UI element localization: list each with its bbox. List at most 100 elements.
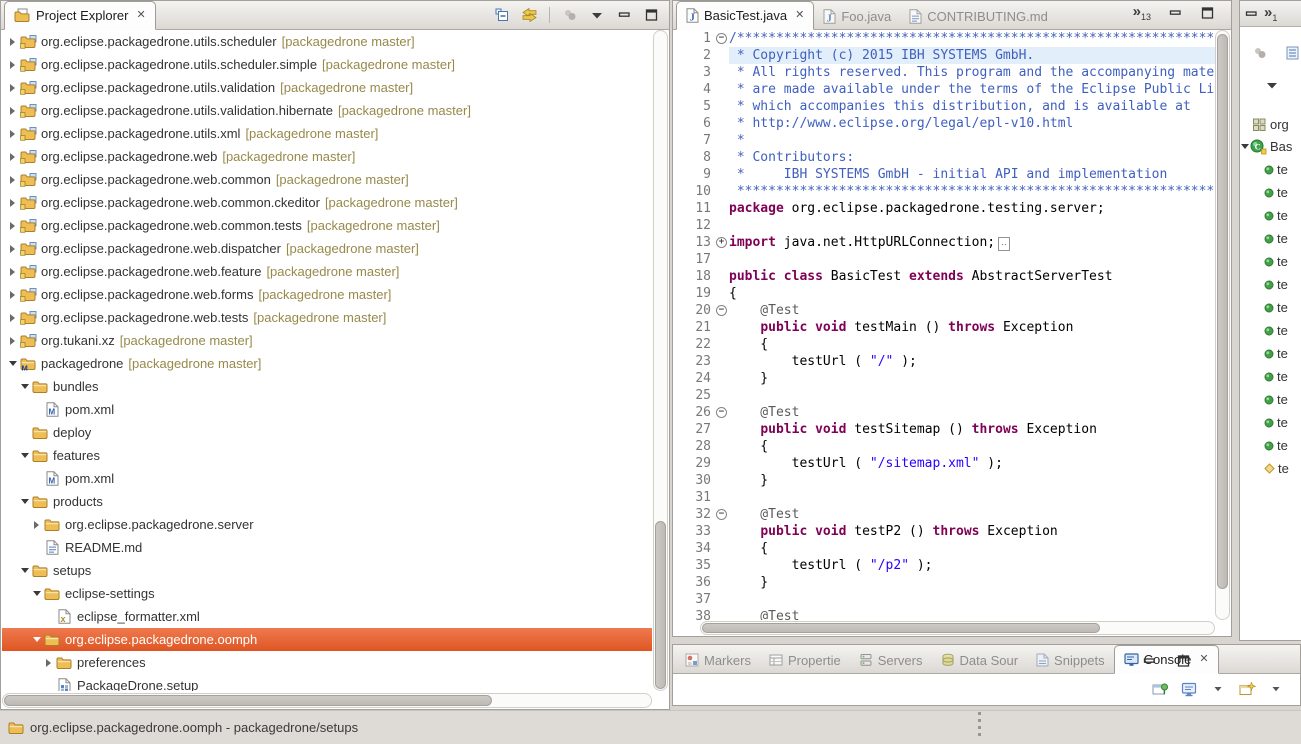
outline-item[interactable]: te [1240, 457, 1301, 480]
code-line[interactable]: 11package org.eclipse.packagedrone.testi… [674, 200, 1215, 217]
tree-item[interactable]: org.eclipse.packagedrone.web.common[pack… [2, 168, 652, 191]
tree-item[interactable]: xeclipse_formatter.xml [2, 605, 652, 628]
minimize-button[interactable] [1165, 3, 1185, 23]
tree-item[interactable]: products [2, 490, 652, 513]
tree-item[interactable]: README.md [2, 536, 652, 559]
focus-button[interactable] [560, 5, 580, 25]
tab-markers[interactable]: Markers [676, 647, 760, 673]
code-line[interactable]: 29 testUrl ( "/sitemap.xml" ); [674, 455, 1215, 472]
tree-item[interactable]: org.eclipse.packagedrone.web.tests[packa… [2, 306, 652, 329]
code-line[interactable]: 7 * [674, 132, 1215, 149]
expand-arrow-icon[interactable] [6, 291, 19, 299]
tree-item[interactable]: org.eclipse.packagedrone.utils.scheduler… [2, 30, 652, 53]
tree-item[interactable]: org.eclipse.packagedrone.server [2, 513, 652, 536]
display-console-button[interactable] [1179, 679, 1199, 699]
project-tree-hscrollbar[interactable] [2, 693, 652, 708]
tree-item[interactable]: org.eclipse.packagedrone.web.feature[pac… [2, 260, 652, 283]
tab-snippets[interactable]: Snippets [1027, 647, 1114, 673]
outline-item[interactable]: te [1240, 319, 1301, 342]
code-line[interactable]: 10 *************************************… [674, 183, 1215, 200]
code-editor[interactable]: 1−/*************************************… [674, 30, 1215, 620]
tree-item[interactable]: org.eclipse.packagedrone.utils.validatio… [2, 99, 652, 122]
outline-item[interactable]: te [1240, 296, 1301, 319]
expand-arrow-icon[interactable] [6, 153, 19, 161]
vscrollbar-thumb[interactable] [1217, 34, 1228, 589]
outline-item[interactable]: CBas [1240, 135, 1301, 158]
code-line[interactable]: 4 * are made available under the terms o… [674, 81, 1215, 98]
outline-item[interactable]: te [1240, 388, 1301, 411]
tree-item[interactable]: org.eclipse.packagedrone.web[packagedron… [2, 145, 652, 168]
open-console-button[interactable] [1237, 679, 1257, 699]
tree-item[interactable]: bundles [2, 375, 652, 398]
code-line[interactable]: 36 } [674, 574, 1215, 591]
expand-arrow-icon[interactable] [6, 176, 19, 184]
code-line[interactable]: 3 * All rights reserved. This program an… [674, 64, 1215, 81]
fold-collapse-icon[interactable]: − [714, 302, 729, 319]
collapse-all-button[interactable] [492, 5, 512, 25]
tree-item[interactable]: eclipse-settings [2, 582, 652, 605]
tree-item[interactable]: PackageDrone.setup [2, 674, 652, 691]
collapse-arrow-icon[interactable] [18, 453, 31, 458]
tab-data-sour[interactable]: Data Sour [932, 647, 1028, 673]
expand-arrow-icon[interactable] [6, 38, 19, 46]
outline-item[interactable]: te [1240, 181, 1301, 204]
code-line[interactable]: 20− @Test [674, 302, 1215, 319]
collapse-arrow-icon[interactable] [6, 361, 19, 366]
fold-collapse-icon[interactable]: − [714, 404, 729, 421]
expand-arrow-icon[interactable] [42, 659, 55, 667]
vscrollbar-thumb[interactable] [655, 521, 666, 689]
expand-arrow-icon[interactable] [6, 130, 19, 138]
expand-arrow-icon[interactable] [30, 521, 43, 529]
tree-item[interactable]: features [2, 444, 652, 467]
minimize-button[interactable] [1244, 7, 1258, 21]
expand-arrow-icon[interactable] [6, 107, 19, 115]
tab-overflow-chevron[interactable]: »13 [1133, 4, 1151, 22]
code-line[interactable]: 6 * http://www.eclipse.org/legal/epl-v10… [674, 115, 1215, 132]
minimize-button[interactable] [1139, 651, 1159, 671]
collapse-arrow-icon[interactable] [30, 637, 43, 642]
code-line[interactable]: 23 testUrl ( "/" ); [674, 353, 1215, 370]
tree-item[interactable]: org.eclipse.packagedrone.utils.xml[packa… [2, 122, 652, 145]
code-line[interactable]: 33 public void testP2 () throws Exceptio… [674, 523, 1215, 540]
code-line[interactable]: 38 @Test [674, 608, 1215, 620]
code-line[interactable]: 37 [674, 591, 1215, 608]
outline-item[interactable]: te [1240, 250, 1301, 273]
code-line[interactable]: 27 public void testSitemap () throws Exc… [674, 421, 1215, 438]
outline-item[interactable]: te [1240, 365, 1301, 388]
outline-item[interactable]: te [1240, 342, 1301, 365]
link-with-editor-button[interactable] [519, 5, 539, 25]
tree-item[interactable]: org.eclipse.packagedrone.web.forms[packa… [2, 283, 652, 306]
expand-arrow-icon[interactable] [6, 314, 19, 322]
fold-expand-icon[interactable]: + [714, 234, 729, 251]
code-line[interactable]: 17 [674, 251, 1215, 268]
tree-item[interactable]: Mpom.xml [2, 467, 652, 490]
tree-item[interactable]: setups [2, 559, 652, 582]
maximize-button[interactable] [1173, 651, 1193, 671]
tab-project-explorer[interactable]: Project Explorer ✕ [4, 1, 156, 30]
code-line[interactable]: 22 { [674, 336, 1215, 353]
view-menu-button[interactable] [587, 5, 607, 25]
sort-button[interactable] [1284, 43, 1301, 63]
tree-item[interactable]: org.eclipse.packagedrone.utils.validatio… [2, 76, 652, 99]
fold-collapse-icon[interactable]: − [714, 30, 729, 47]
outline-item[interactable]: te [1240, 411, 1301, 434]
code-line[interactable]: 13+import java.net.HttpURLConnection;‥ [674, 234, 1215, 251]
outline-item[interactable]: te [1240, 227, 1301, 250]
hscrollbar-thumb[interactable] [4, 695, 492, 706]
collapse-arrow-icon[interactable] [18, 568, 31, 573]
tree-item[interactable]: org.eclipse.packagedrone.oomph [2, 628, 652, 651]
code-line[interactable]: 2 * Copyright (c) 2015 IBH SYSTEMS GmbH. [674, 47, 1215, 64]
tab-contributing-md[interactable]: CONTRIBUTING.md [900, 3, 1057, 29]
focus-button[interactable] [1250, 43, 1270, 63]
code-line[interactable]: 18public class BasicTest extends Abstrac… [674, 268, 1215, 285]
code-line[interactable]: 31 [674, 489, 1215, 506]
code-line[interactable]: 19{ [674, 285, 1215, 302]
code-line[interactable]: 26− @Test [674, 404, 1215, 421]
collapse-arrow-icon[interactable] [30, 591, 43, 596]
expand-arrow-icon[interactable] [6, 61, 19, 69]
collapse-arrow-icon[interactable] [18, 384, 31, 389]
tree-item[interactable]: org.eclipse.packagedrone.web.dispatcher[… [2, 237, 652, 260]
display-console-menu-button[interactable] [1208, 679, 1228, 699]
code-line[interactable]: 30 } [674, 472, 1215, 489]
maximize-button[interactable] [641, 5, 661, 25]
